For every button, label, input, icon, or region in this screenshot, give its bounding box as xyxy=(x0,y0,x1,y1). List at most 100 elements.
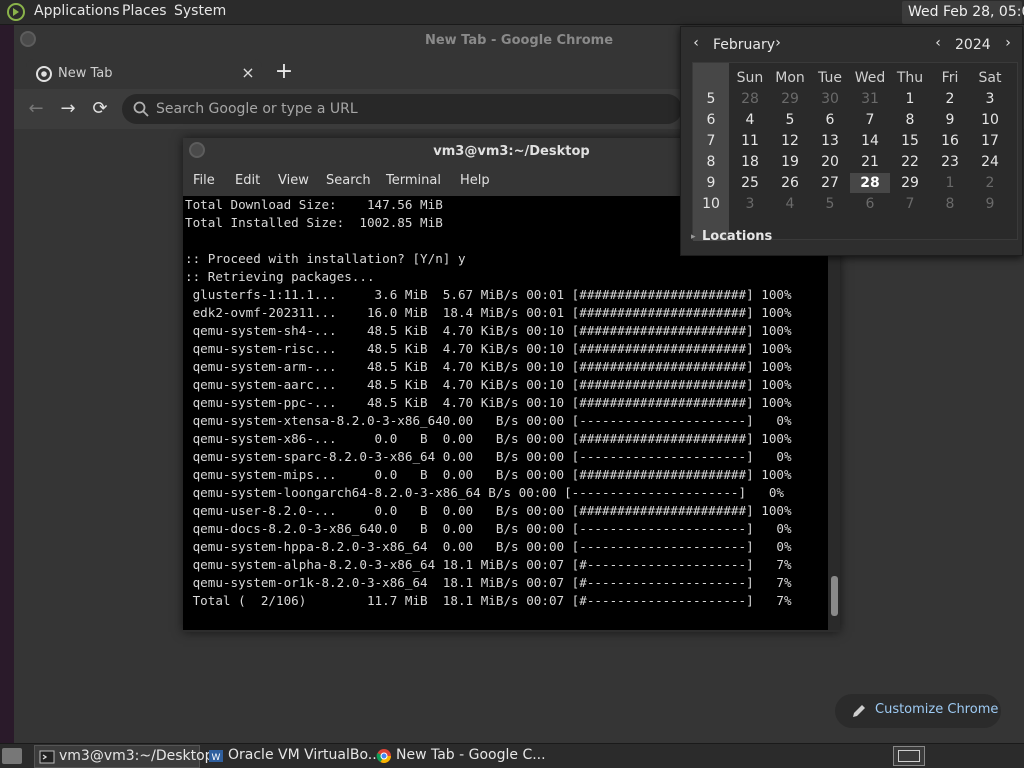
task-label: Oracle VM VirtualBo... xyxy=(228,747,382,763)
calendar-day[interactable]: 13 xyxy=(810,131,850,151)
terminal-lines: Total Download Size: 147.56 MiB Total Ins… xyxy=(185,196,792,610)
calendar-day[interactable]: 4 xyxy=(770,194,810,214)
calendar-month: February xyxy=(713,37,776,53)
task-virtualbox[interactable]: W Oracle VM VirtualBo... xyxy=(204,745,381,768)
week-number: 5 xyxy=(706,91,716,107)
calendar-day[interactable]: 8 xyxy=(890,110,930,130)
back-button[interactable]: ← xyxy=(24,97,48,121)
terminal-output[interactable]: Total Download Size: 147.56 MiB Total Ins… xyxy=(183,196,828,630)
calendar-day[interactable]: 29 xyxy=(770,89,810,109)
search-icon xyxy=(133,101,149,117)
prev-month-button[interactable]: ‹ xyxy=(689,35,703,51)
locations-expander[interactable]: Locations xyxy=(702,229,772,244)
menu-terminal[interactable]: Terminal xyxy=(386,173,441,188)
customize-chrome-label: Customize Chrome xyxy=(875,702,999,717)
terminal-line: qemu-system-sh4-... 48.5 KiB 4.70 KiB/s … xyxy=(185,323,792,338)
calendar-day[interactable]: 9 xyxy=(930,110,970,130)
calendar-day[interactable]: 15 xyxy=(890,131,930,151)
panel-clock[interactable]: Wed Feb 28, 05:03 xyxy=(902,1,1024,24)
omnibox-input[interactable] xyxy=(156,94,656,124)
places-menu[interactable]: Places xyxy=(122,3,167,19)
applications-menu[interactable]: Applications xyxy=(34,3,120,19)
calendar-day[interactable]: 11 xyxy=(730,131,770,151)
calendar-day[interactable]: 30 xyxy=(810,89,850,109)
omnibox[interactable] xyxy=(122,94,682,124)
calendar-day[interactable]: 10 xyxy=(970,110,1010,130)
terminal-line: Total ( 2/106) 11.7 MiB 18.1 MiB/s 00:07… xyxy=(185,593,792,608)
calendar-day[interactable]: 17 xyxy=(970,131,1010,151)
calendar-day[interactable]: 2 xyxy=(930,89,970,109)
calendar-day[interactable]: 27 xyxy=(810,173,850,193)
calendar-day[interactable]: 26 xyxy=(770,173,810,193)
calendar-day[interactable]: 31 xyxy=(850,89,890,109)
tab-close-icon[interactable]: × xyxy=(238,63,258,83)
calendar-day-today[interactable]: 28 xyxy=(850,173,890,193)
weekday-header: Thu xyxy=(896,70,924,86)
calendar-header: ‹ February › ‹ 2024 › xyxy=(689,35,1017,57)
terminal-line: qemu-system-alpha-8.2.0-3-x86_64 18.1 Mi… xyxy=(185,557,792,572)
desktop-background xyxy=(0,25,14,743)
menu-search[interactable]: Search xyxy=(326,173,371,188)
task-chrome[interactable]: New Tab - Google C... xyxy=(372,745,546,768)
calendar-day[interactable]: 28 xyxy=(730,89,770,109)
workspace-1[interactable] xyxy=(898,750,920,762)
calendar-day[interactable]: 4 xyxy=(730,110,770,130)
terminal-line: qemu-system-loongarch64-8.2.0-3-x86_64 B… xyxy=(185,485,784,500)
calendar-day[interactable]: 6 xyxy=(810,110,850,130)
new-tab-button[interactable]: + xyxy=(272,61,296,85)
calendar-day[interactable]: 22 xyxy=(890,152,930,172)
calendar-day[interactable]: 20 xyxy=(810,152,850,172)
calendar-day[interactable]: 3 xyxy=(970,89,1010,109)
calendar-day[interactable]: 5 xyxy=(810,194,850,214)
terminal-scrollbar[interactable] xyxy=(828,196,840,630)
terminal-line: qemu-system-or1k-8.2.0-3-x86_64 18.1 MiB… xyxy=(185,575,792,590)
calendar-day[interactable]: 1 xyxy=(930,173,970,193)
system-menu[interactable]: System xyxy=(174,3,226,19)
calendar-day[interactable]: 7 xyxy=(850,110,890,130)
calendar-day[interactable]: 19 xyxy=(770,152,810,172)
calendar-day[interactable]: 29 xyxy=(890,173,930,193)
calendar-day[interactable]: 21 xyxy=(850,152,890,172)
calendar-day[interactable]: 14 xyxy=(850,131,890,151)
menu-file[interactable]: File xyxy=(193,173,215,188)
forward-button[interactable]: → xyxy=(56,97,80,121)
calendar-day[interactable]: 25 xyxy=(730,173,770,193)
terminal-line: edk2-ovmf-202311... 16.0 MiB 18.4 MiB/s … xyxy=(185,305,792,320)
calendar-day[interactable]: 5 xyxy=(770,110,810,130)
calendar-day[interactable]: 3 xyxy=(730,194,770,214)
terminal-line: glusterfs-1:11.1... 3.6 MiB 5.67 MiB/s 0… xyxy=(185,287,792,302)
calendar-day[interactable]: 6 xyxy=(850,194,890,214)
weekday-header: Mon xyxy=(775,70,805,86)
calendar-day[interactable]: 7 xyxy=(890,194,930,214)
calendar-day[interactable]: 8 xyxy=(930,194,970,214)
calendar-day[interactable]: 18 xyxy=(730,152,770,172)
customize-chrome-button[interactable]: Customize Chrome xyxy=(835,694,1001,728)
menu-view[interactable]: View xyxy=(278,173,309,188)
workspace-switcher[interactable] xyxy=(893,746,925,766)
expander-icon[interactable]: ▸ xyxy=(691,232,696,242)
calendar-day[interactable]: 23 xyxy=(930,152,970,172)
calendar-day[interactable]: 16 xyxy=(930,131,970,151)
distro-logo-icon[interactable] xyxy=(6,3,26,21)
reload-button[interactable]: ⟳ xyxy=(88,97,112,121)
menu-edit[interactable]: Edit xyxy=(235,173,260,188)
menu-help[interactable]: Help xyxy=(460,173,490,188)
tab-new-tab[interactable]: New Tab × xyxy=(26,59,262,89)
terminal-line: qemu-system-aarc... 48.5 KiB 4.70 KiB/s … xyxy=(185,377,792,392)
prev-year-button[interactable]: ‹ xyxy=(931,35,945,51)
calendar-day[interactable]: 24 xyxy=(970,152,1010,172)
week-number: 10 xyxy=(702,196,720,212)
task-terminal[interactable]: vm3@vm3:~/Desktop xyxy=(34,745,214,768)
week-number: 6 xyxy=(706,112,716,128)
next-year-button[interactable]: › xyxy=(1001,35,1015,51)
terminal-line: qemu-system-xtensa-8.2.0-3-x86_640.00 B/… xyxy=(185,413,792,428)
calendar-day[interactable]: 12 xyxy=(770,131,810,151)
calendar-day[interactable]: 9 xyxy=(970,194,1010,214)
terminal-line: qemu-system-mips... 0.0 B 0.00 B/s 00:00… xyxy=(185,467,792,482)
calendar-day[interactable]: 1 xyxy=(890,89,930,109)
scrollbar-thumb[interactable] xyxy=(831,576,838,616)
next-month-button[interactable]: › xyxy=(771,35,785,51)
calendar-day[interactable]: 2 xyxy=(970,173,1010,193)
show-desktop-button[interactable] xyxy=(2,748,22,764)
calendar-popup: ‹ February › ‹ 2024 › Sun Mon Tue Wed Thu Fri… xyxy=(680,26,1023,256)
